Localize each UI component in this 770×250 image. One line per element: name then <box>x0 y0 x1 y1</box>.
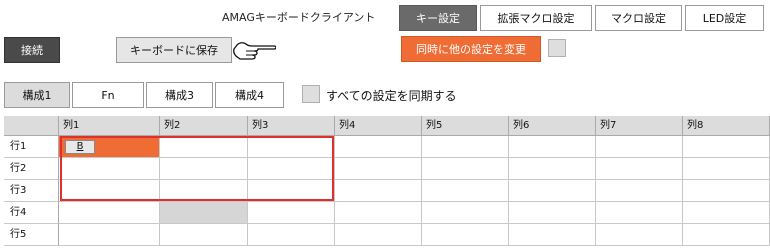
key-cell[interactable] <box>509 158 596 180</box>
key-cell[interactable] <box>683 158 770 180</box>
col-header: 列6 <box>509 116 596 136</box>
key-cell[interactable] <box>683 180 770 202</box>
row-header: 行1 <box>4 136 59 158</box>
key-cell[interactable] <box>683 202 770 224</box>
key-cell[interactable] <box>596 180 683 202</box>
key-cell[interactable] <box>683 224 770 246</box>
tab-extended-macro[interactable]: 拡張マクロ設定 <box>480 5 592 31</box>
key-cell[interactable] <box>422 202 509 224</box>
col-header: 列4 <box>335 116 422 136</box>
save-to-keyboard-button[interactable]: キーボードに保存 <box>116 37 232 63</box>
key-cell[interactable] <box>248 202 335 224</box>
key-cell[interactable] <box>335 202 422 224</box>
col-header: 列5 <box>422 116 509 136</box>
row-header: 行3 <box>4 180 59 202</box>
config-tab-1[interactable]: 構成1 <box>4 82 70 108</box>
key-cell[interactable] <box>422 180 509 202</box>
row-header: 行4 <box>4 202 59 224</box>
key-cell[interactable] <box>596 202 683 224</box>
tab-led[interactable]: LED設定 <box>685 5 764 31</box>
key-cell[interactable] <box>335 180 422 202</box>
key-cell[interactable] <box>422 158 509 180</box>
change-other-settings-button[interactable]: 同時に他の設定を変更 <box>401 36 541 62</box>
key-cell[interactable] <box>248 224 335 246</box>
key-cell[interactable] <box>335 158 422 180</box>
app-title: AMAGキーボードクライアント <box>222 11 376 24</box>
key-cell[interactable] <box>596 224 683 246</box>
key-cell[interactable] <box>596 136 683 158</box>
key-cell[interactable] <box>683 136 770 158</box>
selection-highlight-rect <box>60 136 334 201</box>
key-cell[interactable] <box>335 224 422 246</box>
pointing-hand-icon <box>233 42 276 60</box>
tab-key-settings[interactable]: キー設定 <box>399 5 477 31</box>
key-cell[interactable] <box>422 224 509 246</box>
key-cell[interactable] <box>422 136 509 158</box>
key-cell-disabled <box>160 202 248 224</box>
key-cell[interactable] <box>509 202 596 224</box>
col-header: 列1 <box>59 116 160 136</box>
sync-all-checkbox[interactable] <box>302 85 320 103</box>
config-tab-fn[interactable]: Fn <box>72 82 144 108</box>
key-cell[interactable] <box>160 224 248 246</box>
connect-button[interactable]: 接続 <box>4 37 60 63</box>
key-cell[interactable] <box>509 224 596 246</box>
config-tab-4[interactable]: 構成4 <box>215 82 284 108</box>
key-cell[interactable] <box>509 136 596 158</box>
row-header: 行5 <box>4 224 59 246</box>
grid-corner <box>4 116 59 136</box>
config-tab-3[interactable]: 構成3 <box>146 82 213 108</box>
change-other-settings-checkbox[interactable] <box>548 39 566 57</box>
col-header: 列7 <box>596 116 683 136</box>
col-header: 列2 <box>160 116 248 136</box>
col-header: 列8 <box>683 116 770 136</box>
key-cell[interactable] <box>59 202 160 224</box>
sync-all-label: すべての設定を同期する <box>326 89 457 103</box>
key-cell[interactable] <box>596 158 683 180</box>
row-header: 行2 <box>4 158 59 180</box>
key-cell[interactable] <box>335 136 422 158</box>
col-header: 列3 <box>248 116 335 136</box>
tab-macro[interactable]: マクロ設定 <box>595 5 682 31</box>
key-cell[interactable] <box>59 224 160 246</box>
key-cell[interactable] <box>509 180 596 202</box>
